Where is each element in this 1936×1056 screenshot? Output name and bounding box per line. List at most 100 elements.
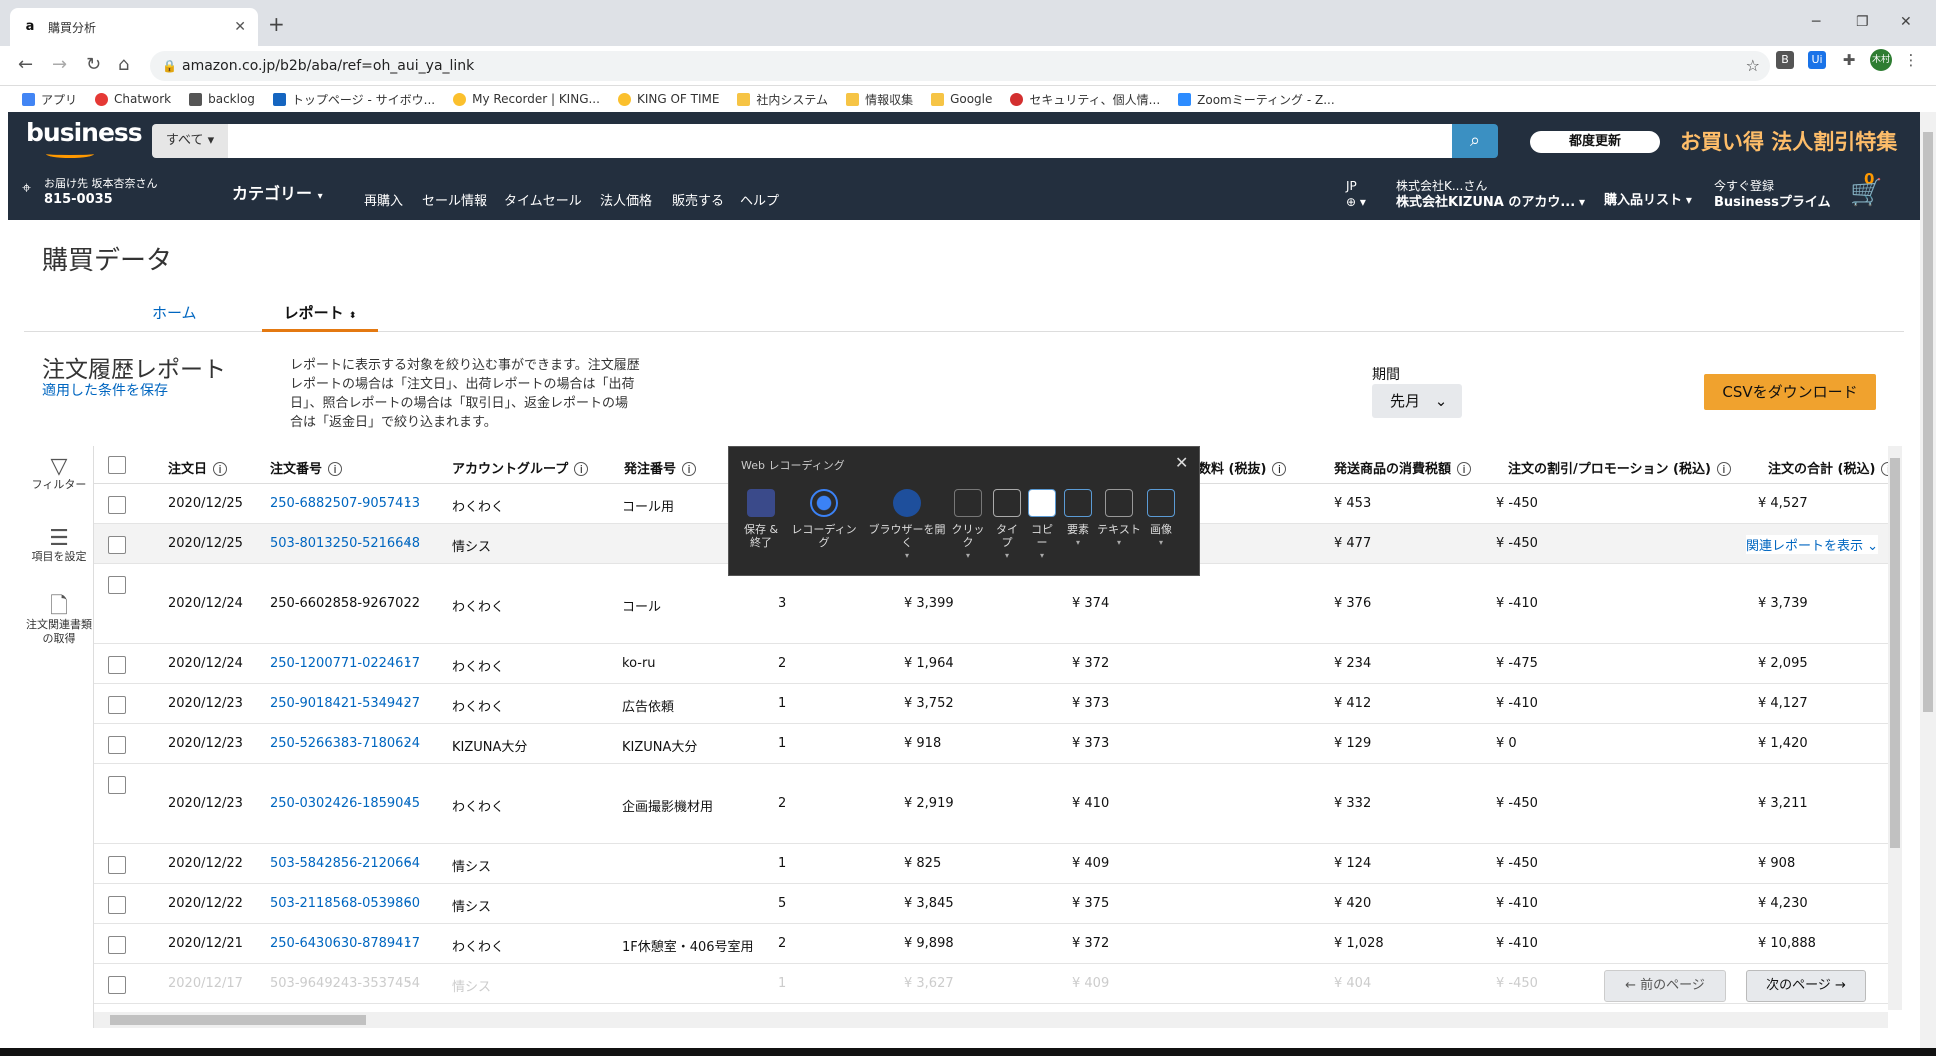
columns-button[interactable]: ☰ 項目を設定 <box>24 528 94 564</box>
close-icon[interactable]: ✕ <box>1175 453 1188 472</box>
prev-page-button[interactable]: ← 前のページ <box>1604 970 1726 1002</box>
cell-order[interactable]: 250-6430630-8789417 <box>270 936 420 951</box>
info-icon[interactable]: i <box>328 462 343 476</box>
reload-icon[interactable]: ↻ <box>86 54 101 75</box>
nav-link-help[interactable]: ヘルプ <box>740 190 779 209</box>
order-dropdown-icon[interactable]: ⌄ <box>404 695 412 706</box>
row-checkbox[interactable] <box>108 536 126 554</box>
nav-link-rebuy[interactable]: 再購入 <box>364 190 403 209</box>
prime-signup[interactable]: 今すぐ登録 Businessプライム <box>1714 178 1831 211</box>
save-and-exit-tool[interactable]: 保存 & 終了 <box>739 489 783 549</box>
account-menu[interactable]: 株式会社K...さん 株式会社KIZUNA のアカウ... ▾ <box>1396 178 1585 211</box>
info-icon[interactable]: i <box>682 462 697 476</box>
bookmark-cybozu[interactable]: トップページ - サイボウ... <box>272 91 435 108</box>
cell-order[interactable]: 503-8013250-5216648 <box>270 536 420 551</box>
text-tool[interactable]: テキスト ▾ <box>1097 489 1141 549</box>
row-checkbox[interactable] <box>108 696 126 714</box>
filter-button[interactable]: ▽ フィルター <box>24 456 94 492</box>
bookmark-king-of-time[interactable]: KING OF TIME <box>617 92 719 106</box>
bookmark-zoom[interactable]: Zoomミーティング - Z... <box>1178 91 1335 108</box>
language-select[interactable]: JP ⊕ ▾ <box>1346 178 1366 210</box>
table-vertical-scrollbar[interactable] <box>1888 446 1902 1010</box>
purchase-list-menu[interactable]: 購入品リスト ▾ <box>1604 192 1692 209</box>
scroll-thumb[interactable] <box>1890 458 1900 848</box>
recording-tool[interactable]: レコーディング <box>789 489 859 549</box>
cell-order[interactable]: 503-9649243-3537454 <box>270 976 420 991</box>
open-browser-tool[interactable]: ブラウザーを開く ▾ <box>867 489 947 562</box>
row-checkbox[interactable] <box>108 856 126 874</box>
row-checkbox[interactable] <box>108 656 126 674</box>
bookmark-security[interactable]: セキュリティ、個人情... <box>1010 91 1160 108</box>
restore-icon[interactable]: ❐ <box>1856 14 1869 30</box>
row-checkbox[interactable] <box>108 576 126 594</box>
url-input[interactable]: 🔒 amazon.co.jp/b2b/aba/ref=oh_aui_ya_lin… <box>150 51 1770 81</box>
col-shipping-tax[interactable]: 発送商品の消費税額 i <box>1334 458 1472 477</box>
table-horizontal-scrollbar[interactable] <box>94 1012 1888 1028</box>
row-checkbox[interactable] <box>108 736 126 754</box>
row-checkbox[interactable] <box>108 896 126 914</box>
row-checkbox[interactable] <box>108 776 126 794</box>
refresh-button[interactable]: 都度更新 <box>1530 131 1660 153</box>
select-all-checkbox[interactable] <box>108 456 126 474</box>
cell-order[interactable]: 503-2118568-0539860 <box>270 896 420 911</box>
bookmark-my-recorder[interactable]: My Recorder | KING... <box>453 92 600 106</box>
bookmark-google[interactable]: Google <box>931 92 992 106</box>
click-tool[interactable]: クリック ▾ <box>949 489 987 562</box>
nav-link-sell[interactable]: 販売する <box>672 190 724 209</box>
bookmark-chatwork[interactable]: Chatwork <box>95 92 171 106</box>
cell-order[interactable]: 250-9018421-5349427 <box>270 696 420 711</box>
row-checkbox[interactable] <box>108 976 126 994</box>
next-page-button[interactable]: 次のページ → <box>1746 970 1866 1002</box>
info-icon[interactable]: i <box>1716 462 1731 476</box>
order-dropdown-icon[interactable]: ⌄ <box>404 895 412 906</box>
bookmark-backlog[interactable]: backlog <box>189 92 255 106</box>
related-report-link[interactable]: 関連レポートを表示 ⌄ <box>1746 535 1879 554</box>
order-dropdown-icon[interactable]: ⌄ <box>404 935 412 946</box>
search-department-select[interactable]: すべて ▾ <box>152 124 228 158</box>
new-tab-icon[interactable]: + <box>268 12 285 36</box>
minimize-icon[interactable]: ─ <box>1812 14 1820 30</box>
promo-banner[interactable]: お買い得 法人割引特集 <box>1680 126 1897 156</box>
browser-tab[interactable]: a 購買分析 ✕ <box>10 8 258 46</box>
row-checkbox[interactable] <box>108 496 126 514</box>
home-icon[interactable]: ⌂ <box>118 54 129 75</box>
tab-home[interactable]: ホーム <box>152 302 197 323</box>
bookmark-internal-system[interactable]: 社内システム <box>737 91 828 108</box>
cell-order[interactable]: 250-6882507-9057413 <box>270 496 420 511</box>
page-scrollbar[interactable] <box>1920 112 1936 1056</box>
profile-avatar[interactable]: 木村 <box>1870 49 1892 71</box>
bookmark-apps[interactable]: アプリ <box>22 91 77 108</box>
element-tool[interactable]: 要素 ▾ <box>1061 489 1095 549</box>
cart-icon[interactable]: 🛒 <box>1850 178 1882 208</box>
col-discount[interactable]: 注文の割引/プロモーション (税込) i <box>1508 458 1731 477</box>
nav-link-sale[interactable]: セール情報 <box>422 190 487 209</box>
image-tool[interactable]: 画像 ▾ <box>1143 489 1179 549</box>
col-total[interactable]: 注文の合計 (税込)i <box>1768 458 1888 477</box>
cell-order[interactable]: 250-0302426-1859045 <box>270 796 420 811</box>
info-icon[interactable]: i <box>1881 462 1888 476</box>
cell-order[interactable]: 250-5266383-7180624 <box>270 736 420 751</box>
info-icon[interactable]: i <box>1272 462 1287 476</box>
close-tab-icon[interactable]: ✕ <box>234 19 246 35</box>
bookmark-info[interactable]: 情報収集 <box>846 91 913 108</box>
period-select[interactable]: 先月 ⌄ <box>1372 384 1462 418</box>
info-icon[interactable]: i <box>213 462 228 476</box>
scroll-thumb[interactable] <box>110 1015 366 1025</box>
extensions-puzzle-icon[interactable]: ✚ <box>1840 51 1858 69</box>
order-dropdown-icon[interactable]: ⌄ <box>404 535 412 546</box>
order-dropdown-icon[interactable]: ⌄ <box>404 855 412 866</box>
forward-icon[interactable]: → <box>52 54 67 75</box>
extension-ui-icon[interactable]: Ui <box>1808 51 1826 69</box>
csv-download-button[interactable]: CSVをダウンロード <box>1704 374 1876 410</box>
type-tool[interactable]: タイプ ▾ <box>991 489 1023 562</box>
cell-order[interactable]: 250-1200771-0224617 <box>270 656 420 671</box>
col-order-number[interactable]: 注文番号 i <box>270 458 343 477</box>
copy-tool[interactable]: コピー ▾ <box>1027 489 1057 562</box>
search-input[interactable] <box>228 124 1452 158</box>
back-icon[interactable]: ← <box>18 54 33 75</box>
nav-link-timesale[interactable]: タイムセール <box>504 190 582 209</box>
window-close-icon[interactable]: ✕ <box>1900 14 1912 30</box>
col-po-number[interactable]: 発注番号 i <box>624 458 697 477</box>
menu-kebab-icon[interactable]: ⋮ <box>1902 51 1920 69</box>
order-dropdown-icon[interactable]: ⌄ <box>404 795 412 806</box>
